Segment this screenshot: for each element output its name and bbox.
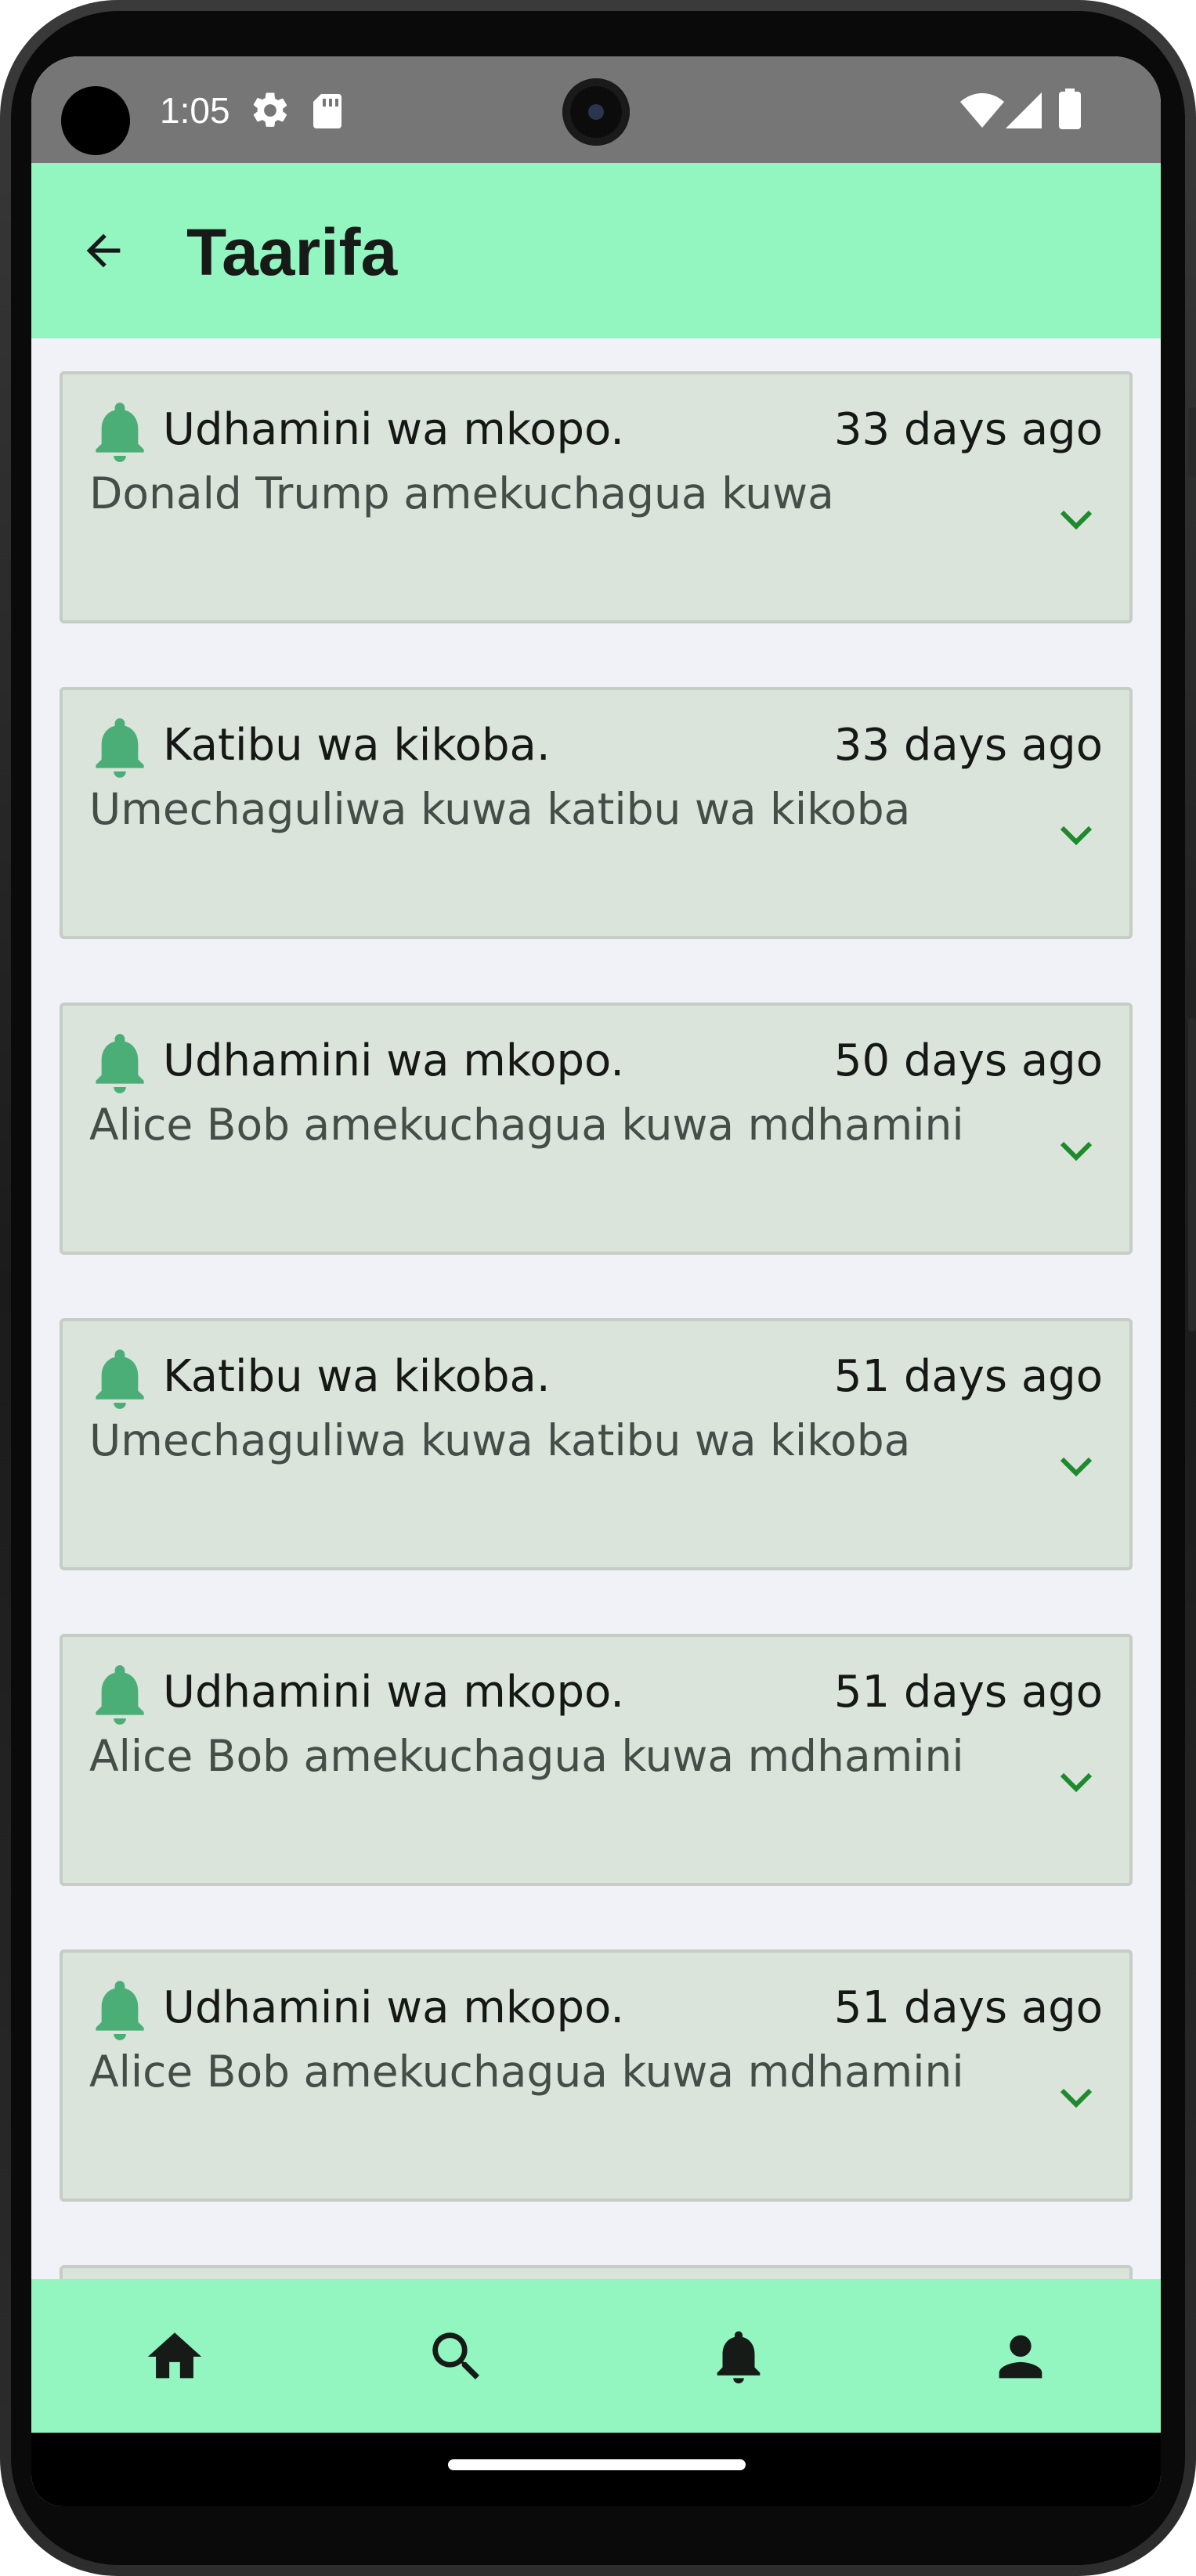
front-camera-left xyxy=(61,86,130,155)
notification-card[interactable]: Udhamini wa mkopo. 50 days ago Alice Bob… xyxy=(60,1003,1133,1255)
bottom-navigation xyxy=(31,2279,1161,2433)
notification-title: Udhamini wa mkopo. xyxy=(163,1667,625,1718)
bell-icon xyxy=(92,1349,147,1409)
phone-frame: 1:05 Taarifa Udhamini wa mkopo. 33 days … xyxy=(0,0,1196,2576)
bell-icon xyxy=(92,1981,147,2040)
gesture-navigation-area xyxy=(31,2433,1161,2506)
bell-icon xyxy=(92,718,147,778)
nav-home-button[interactable] xyxy=(139,2323,210,2394)
bell-icon xyxy=(92,1034,147,1093)
battery-icon xyxy=(1059,88,1081,134)
home-gesture-handle[interactable] xyxy=(448,2459,746,2470)
status-bar: 1:05 xyxy=(31,56,1161,163)
notification-title: Katibu wa kikoba. xyxy=(163,1351,551,1402)
notification-body: Umechaguliwa kuwa katibu wa kikoba xyxy=(89,784,911,834)
status-time: 1:05 xyxy=(160,90,230,131)
chevron-down-icon[interactable] xyxy=(1057,1769,1095,1795)
notification-title: Udhamini wa mkopo. xyxy=(163,404,625,455)
notification-card[interactable]: Udhamini wa mkopo. 51 days ago Alice Bob… xyxy=(60,1634,1133,1886)
notification-time: 33 days ago xyxy=(833,720,1103,771)
app-screen: 1:05 Taarifa Udhamini wa mkopo. 33 days … xyxy=(31,56,1161,2506)
person-icon xyxy=(988,2325,1053,2393)
wifi-icon xyxy=(960,92,1004,132)
notification-body: Umechaguliwa kuwa katibu wa kikoba xyxy=(89,1415,911,1465)
notification-card[interactable]: Udhamini wa mkopo. 33 days ago Donald Tr… xyxy=(60,371,1133,623)
nav-search-button[interactable] xyxy=(421,2323,492,2394)
phone-side-button-top xyxy=(1188,407,1196,478)
chevron-down-icon[interactable] xyxy=(1057,1453,1095,1479)
notification-body: Alice Bob amekuchagua kuwa mdhamini xyxy=(89,1731,964,1781)
notification-time: 33 days ago xyxy=(833,404,1103,455)
notification-time: 51 days ago xyxy=(833,1351,1103,1402)
notification-body: Donald Trump amekuchagua kuwa xyxy=(89,468,834,518)
bell-icon xyxy=(706,2325,771,2393)
notification-time: 51 days ago xyxy=(833,1667,1103,1718)
app-bar: Taarifa xyxy=(31,163,1161,338)
notification-card[interactable]: Katibu wa kikoba. 51 days ago Umechaguli… xyxy=(60,1318,1133,1570)
bell-icon xyxy=(92,1665,147,1725)
search-icon xyxy=(425,2325,489,2393)
notification-title: Udhamini wa mkopo. xyxy=(163,1982,625,2033)
notification-card[interactable]: Udhamini wa mkopo. 51 days ago Alice Bob… xyxy=(60,1949,1133,2202)
back-button[interactable] xyxy=(75,224,132,280)
nav-notifications-button[interactable] xyxy=(703,2323,774,2394)
notification-title: Katibu wa kikoba. xyxy=(163,720,551,771)
notification-body: Alice Bob amekuchagua kuwa mdhamini xyxy=(89,2047,964,2097)
notification-time: 51 days ago xyxy=(833,1982,1103,2033)
home-icon xyxy=(143,2325,207,2393)
notification-time: 50 days ago xyxy=(833,1035,1103,1086)
chevron-down-icon[interactable] xyxy=(1057,2084,1095,2111)
phone-side-button-volume xyxy=(1188,1018,1196,1331)
notification-card[interactable]: Katibu wa kikoba. 33 days ago Umechaguli… xyxy=(60,687,1133,939)
settings-gear-icon xyxy=(249,89,291,135)
notification-body: Alice Bob amekuchagua kuwa mdhamini xyxy=(89,1100,964,1150)
chevron-down-icon[interactable] xyxy=(1057,1137,1095,1164)
arrow-back-icon xyxy=(78,226,128,280)
sd-card-icon xyxy=(310,92,345,134)
nav-profile-button[interactable] xyxy=(985,2323,1056,2394)
front-camera-center xyxy=(562,78,630,146)
chevron-down-icon[interactable] xyxy=(1057,822,1095,848)
chevron-down-icon[interactable] xyxy=(1057,506,1095,533)
notification-title: Udhamini wa mkopo. xyxy=(163,1035,625,1086)
bell-icon xyxy=(92,403,147,462)
page-title: Taarifa xyxy=(186,215,398,289)
cell-signal-icon xyxy=(1006,92,1042,132)
